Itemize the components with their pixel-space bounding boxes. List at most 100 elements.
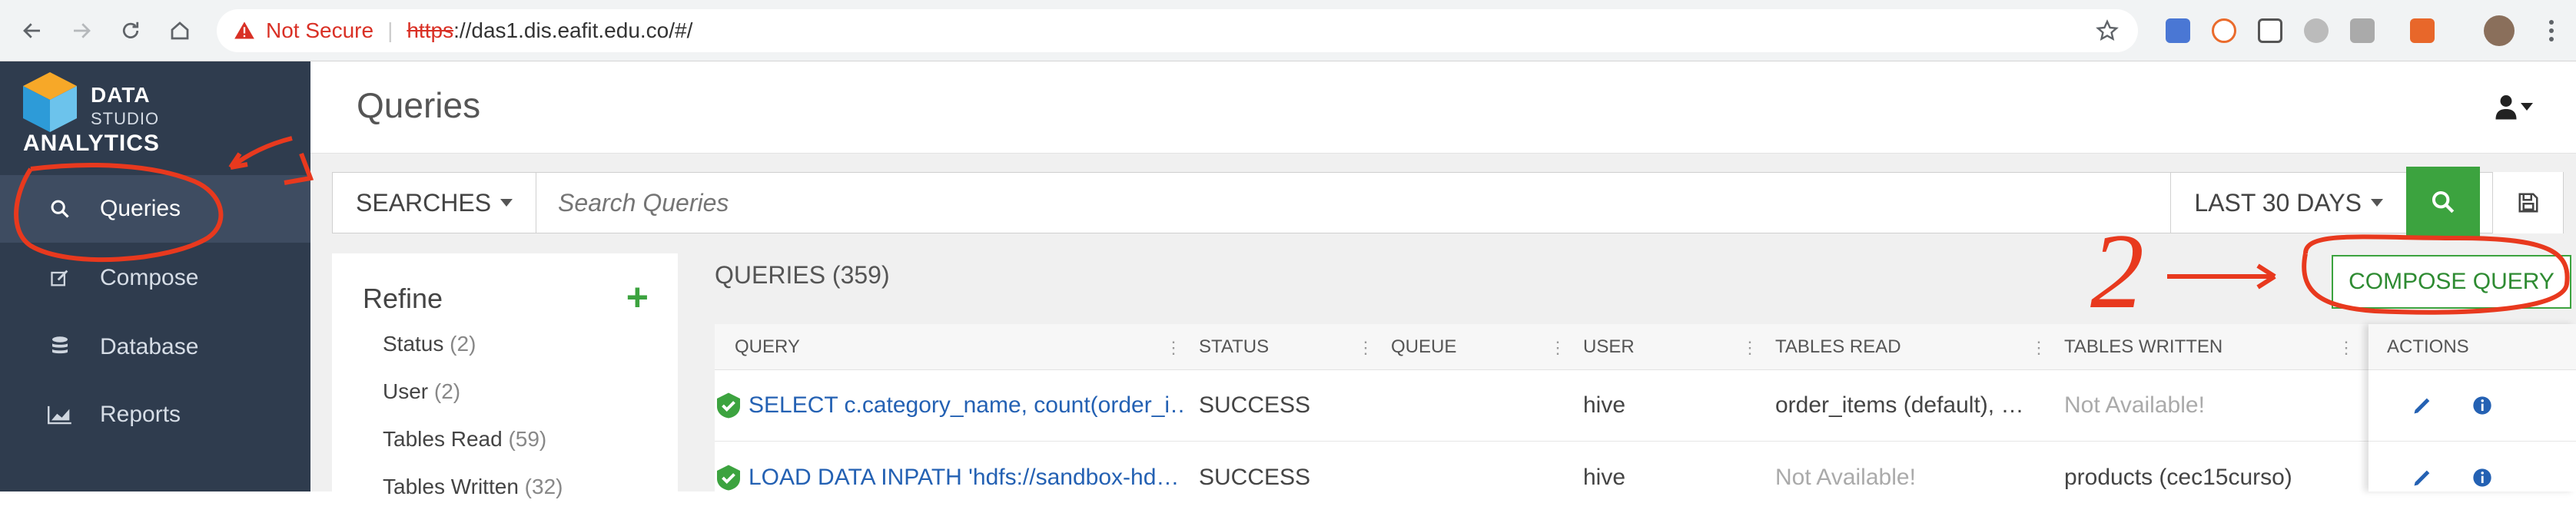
date-range-dropdown[interactable]: LAST 30 DAYS — [2170, 173, 2406, 233]
sidebar-item-queries[interactable]: Queries — [0, 175, 310, 243]
column-header-queue[interactable]: QUEUE ⋮ — [1383, 324, 1575, 370]
queries-count-title: QUERIES (359) — [715, 261, 890, 289]
query-text: SELECT c.category_name, count(order_i… — [749, 392, 1183, 418]
edit-icon — [37, 267, 83, 289]
refine-panel: Refine + Status (2) User (2) Tables Read… — [332, 253, 678, 498]
row-divider — [715, 441, 2576, 442]
column-header-user[interactable]: USER ⋮ — [1575, 324, 1768, 370]
table-cell-user: hive — [1583, 392, 1626, 418]
column-menu-icon[interactable]: ⋮ — [1549, 338, 1566, 358]
extension-icon-circle[interactable] — [2304, 18, 2329, 43]
refine-item-count: (2) — [450, 332, 476, 356]
column-menu-icon[interactable]: ⋮ — [1741, 338, 1758, 358]
refine-item-status[interactable]: Status (2) — [383, 332, 476, 356]
searches-dropdown-label: SEARCHES — [356, 188, 492, 217]
chrome-menu-icon[interactable] — [2536, 15, 2567, 46]
translate-extension-icon[interactable] — [2166, 18, 2190, 43]
browser-toolbar: Not Secure | https ://das1.dis.eafit.edu… — [0, 0, 2576, 61]
info-icon[interactable] — [2471, 395, 2493, 416]
warning-icon — [234, 20, 255, 41]
logo-cube-icon — [22, 71, 78, 134]
column-menu-icon[interactable]: ⋮ — [2338, 338, 2355, 358]
profile-avatar[interactable] — [2484, 15, 2515, 46]
chart-icon — [37, 405, 83, 425]
refine-item-tables-read[interactable]: Tables Read (59) — [383, 427, 546, 452]
column-menu-icon[interactable]: ⋮ — [2030, 338, 2047, 358]
compose-query-button[interactable]: COMPOSE QUERY — [2332, 255, 2571, 309]
sidebar-item-label: Compose — [100, 265, 199, 290]
page-header: Queries — [310, 61, 2576, 154]
info-icon[interactable] — [2471, 467, 2493, 488]
edit-query-icon[interactable] — [2412, 467, 2433, 488]
column-header-label: QUEUE — [1391, 336, 1457, 357]
logo-line-data: DATA — [91, 83, 151, 107]
save-icon — [2517, 191, 2540, 214]
query-text: LOAD DATA INPATH 'hdfs://sandbox-hd… — [749, 465, 1180, 490]
column-header-label: TABLES READ — [1775, 336, 1901, 357]
column-header-label: USER — [1583, 336, 1635, 357]
refine-item-count: (59) — [508, 427, 547, 451]
row-divider — [2369, 441, 2576, 442]
forward-icon[interactable] — [66, 15, 97, 46]
logo-line-analytics: ANALYTICS — [23, 131, 160, 156]
refine-item-count: (32) — [524, 475, 563, 498]
bookmark-star-icon[interactable] — [2095, 18, 2120, 43]
extension-icon-orange[interactable] — [2212, 18, 2236, 43]
save-search-button[interactable] — [2492, 172, 2563, 233]
search-input[interactable] — [536, 173, 2171, 233]
caret-down-icon — [2371, 199, 2383, 207]
user-icon — [2495, 94, 2518, 120]
database-icon — [37, 336, 83, 359]
column-header-query[interactable]: QUERY ⋮ — [715, 324, 1191, 370]
column-header-label: TABLES WRITTEN — [2064, 336, 2223, 357]
column-menu-icon[interactable]: ⋮ — [1357, 338, 1374, 358]
sidebar-item-reports[interactable]: Reports — [0, 381, 310, 448]
user-menu[interactable] — [2495, 94, 2533, 120]
table-row-query[interactable]: SELECT c.category_name, count(order_i… — [715, 370, 1183, 441]
address-divider: | — [387, 18, 393, 42]
back-icon[interactable] — [17, 15, 48, 46]
column-header-tables-read[interactable]: TABLES READ ⋮ — [1768, 324, 2056, 370]
table-cell-status: SUCCESS — [1199, 392, 1311, 418]
success-check-icon — [717, 465, 740, 491]
success-check-icon — [717, 392, 740, 419]
refine-item-user[interactable]: User (2) — [383, 379, 460, 404]
main-content: SEARCHES LAST 30 DAYS Refine + Status (2… — [310, 154, 2576, 498]
refine-item-label: Tables Written — [383, 475, 519, 498]
table-row-query[interactable]: LOAD DATA INPATH 'hdfs://sandbox-hd… — [715, 442, 1183, 513]
refine-item-label: User — [383, 379, 429, 403]
search-button[interactable] — [2406, 167, 2480, 237]
table-cell-queue — [1391, 442, 1575, 513]
searches-dropdown[interactable]: SEARCHES — [333, 173, 537, 233]
security-status: Not Secure — [266, 18, 374, 42]
add-filter-icon[interactable]: + — [626, 278, 649, 316]
sidebar-item-label: Database — [100, 334, 199, 359]
column-header-label: QUERY — [735, 336, 800, 357]
home-icon[interactable] — [164, 15, 195, 46]
reload-icon[interactable] — [115, 15, 146, 46]
column-header-label: STATUS — [1199, 336, 1270, 357]
sidebar-item-database[interactable]: Database — [0, 313, 310, 381]
extension-icon-list[interactable] — [2258, 18, 2282, 43]
sidebar-item-label: Reports — [100, 402, 181, 427]
refine-item-tables-written[interactable]: Tables Written (32) — [383, 475, 563, 499]
column-header-actions: ACTIONS — [2369, 324, 2576, 370]
sidebar-item-compose[interactable]: Compose — [0, 244, 310, 312]
extension-icon-sc[interactable] — [2410, 18, 2435, 43]
extension-icon-cloud[interactable] — [2350, 18, 2375, 43]
search-bar: SEARCHES LAST 30 DAYS — [332, 167, 2564, 237]
table-cell-tables-written: Not Available! — [2064, 392, 2205, 418]
url-scheme: https — [407, 18, 454, 42]
table-cell-user: hive — [1583, 465, 1626, 490]
address-bar[interactable]: Not Secure | https ://das1.dis.eafit.edu… — [217, 9, 2138, 52]
refine-item-label: Status — [383, 332, 444, 356]
logo-line-studio: STUDIO — [91, 109, 160, 128]
edit-query-icon[interactable] — [2412, 395, 2433, 416]
date-range-label: LAST 30 DAYS — [2194, 188, 2362, 217]
refine-item-count: (2) — [433, 379, 461, 403]
actions-column: ACTIONS — [2369, 324, 2576, 491]
column-menu-icon[interactable]: ⋮ — [1165, 338, 1182, 358]
column-header-status[interactable]: STATUS ⋮ — [1191, 324, 1383, 370]
table-cell-tables-written: products (cec15curso) — [2064, 465, 2292, 490]
column-header-tables-written[interactable]: TABLES WRITTEN ⋮ — [2056, 324, 2364, 370]
